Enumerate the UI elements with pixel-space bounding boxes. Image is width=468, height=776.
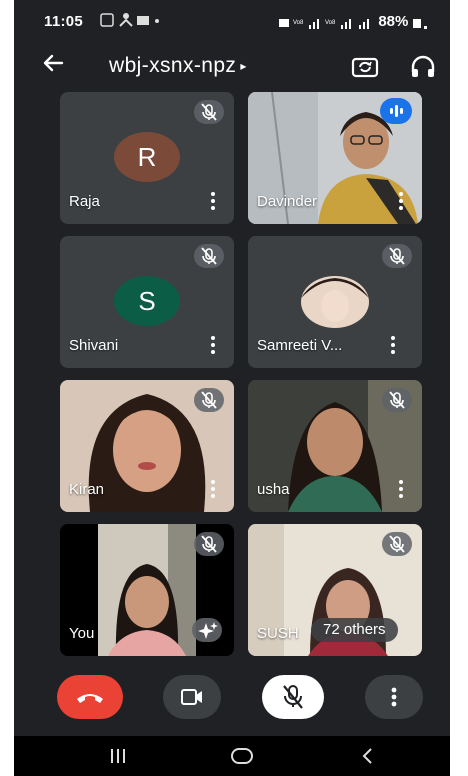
avatar: R — [114, 132, 180, 182]
participant-name: Raja — [69, 193, 100, 210]
back-nav-button[interactable] — [356, 744, 380, 773]
participant-name: SUSH — [257, 625, 299, 642]
meeting-header: wbj-xsnx-npz ▸ — [14, 44, 450, 90]
mic-off-icon — [389, 535, 405, 553]
more-vertical-icon — [391, 687, 397, 707]
status-bar: 11:05 Vo8 Vo8 88% — [14, 0, 450, 44]
mic-off-indicator — [382, 532, 412, 556]
notification-icons — [100, 12, 160, 31]
participant-name: Davinder — [257, 193, 318, 210]
mic-off-indicator — [382, 388, 412, 412]
participant-more-button[interactable] — [210, 192, 216, 212]
mic-off-icon — [201, 103, 217, 121]
camera-switch-icon — [351, 57, 379, 78]
speaking-indicator — [380, 98, 412, 124]
mic-off-indicator — [382, 244, 412, 268]
participant-name: Kiran — [69, 481, 105, 498]
participant-tile-davinder[interactable]: Davinder — [248, 92, 422, 224]
video-camera-icon — [181, 689, 202, 705]
mic-off-icon — [389, 391, 405, 409]
participant-tile-raja[interactable]: R Raja — [60, 92, 234, 224]
meeting-code: wbj-xsnx-npz — [109, 54, 237, 77]
status-right: Vo8 Vo8 88% — [278, 13, 428, 30]
participant-more-button[interactable] — [210, 480, 216, 500]
avatar: S — [114, 276, 180, 326]
mic-off-indicator — [194, 532, 224, 556]
recent-apps-button[interactable] — [106, 744, 130, 773]
recent-apps-icon — [111, 749, 125, 763]
audio-output-button[interactable] — [408, 52, 438, 82]
mic-toggle-button[interactable] — [262, 675, 324, 719]
participant-more-button[interactable] — [398, 192, 404, 212]
mic-off-icon — [201, 247, 217, 265]
others-count-button[interactable]: 72 others — [311, 618, 398, 642]
participant-tile-shivani[interactable]: S Shivani — [60, 236, 234, 368]
participant-tile-usha[interactable]: usha — [248, 380, 422, 512]
battery-icon — [413, 18, 427, 29]
headphones-icon — [411, 55, 435, 77]
phone-hangup-icon — [77, 694, 103, 703]
mic-off-icon — [201, 535, 217, 553]
chevron-left-icon — [362, 748, 372, 764]
home-button[interactable] — [229, 744, 255, 773]
svg-text:Vo8: Vo8 — [293, 20, 304, 26]
participant-more-button[interactable] — [390, 336, 396, 356]
participant-name: You — [69, 625, 95, 642]
arrow-left-icon — [43, 54, 64, 72]
calendar-icon — [100, 13, 159, 27]
mic-off-icon — [201, 391, 217, 409]
mic-off-indicator — [194, 388, 224, 412]
sparkle-icon — [198, 622, 218, 639]
svg-text:Vo8: Vo8 — [325, 20, 336, 26]
mic-off-indicator — [194, 100, 224, 124]
end-call-button[interactable] — [57, 675, 123, 719]
participant-name: usha — [257, 481, 290, 498]
participant-more-button[interactable] — [210, 336, 216, 356]
effects-button[interactable] — [192, 618, 222, 642]
phone-screen: 11:05 Vo8 Vo8 88% wbj-xsnx-npz ▸ R Raja … — [14, 0, 450, 776]
mic-off-icon — [283, 685, 303, 709]
participant-tile-self[interactable]: You — [60, 524, 234, 656]
video-toggle-button[interactable] — [163, 675, 221, 719]
back-button[interactable] — [42, 52, 64, 78]
camera-switch-button[interactable] — [350, 52, 380, 82]
battery-level: 88% — [378, 13, 409, 30]
caret-right-icon: ▸ — [240, 59, 247, 73]
mic-off-icon — [389, 247, 405, 265]
participant-name: Samreeti V... — [257, 337, 343, 354]
participant-tile-others[interactable]: SUSH 72 others — [248, 524, 422, 656]
mic-off-indicator — [194, 244, 224, 268]
signal-icon: Vo8 Vo8 — [278, 18, 369, 29]
audio-wave-icon — [390, 105, 403, 117]
participant-more-button[interactable] — [398, 480, 404, 500]
status-time: 11:05 — [44, 13, 84, 30]
home-icon — [231, 748, 253, 764]
participant-name: Shivani — [69, 337, 119, 354]
meeting-code-button[interactable]: wbj-xsnx-npz ▸ — [109, 54, 247, 78]
more-options-button[interactable] — [365, 675, 423, 719]
system-nav-bar — [14, 736, 450, 776]
participant-tile-kiran[interactable]: Kiran — [60, 380, 234, 512]
participant-tile-samreeti[interactable]: Samreeti V... — [248, 236, 422, 368]
